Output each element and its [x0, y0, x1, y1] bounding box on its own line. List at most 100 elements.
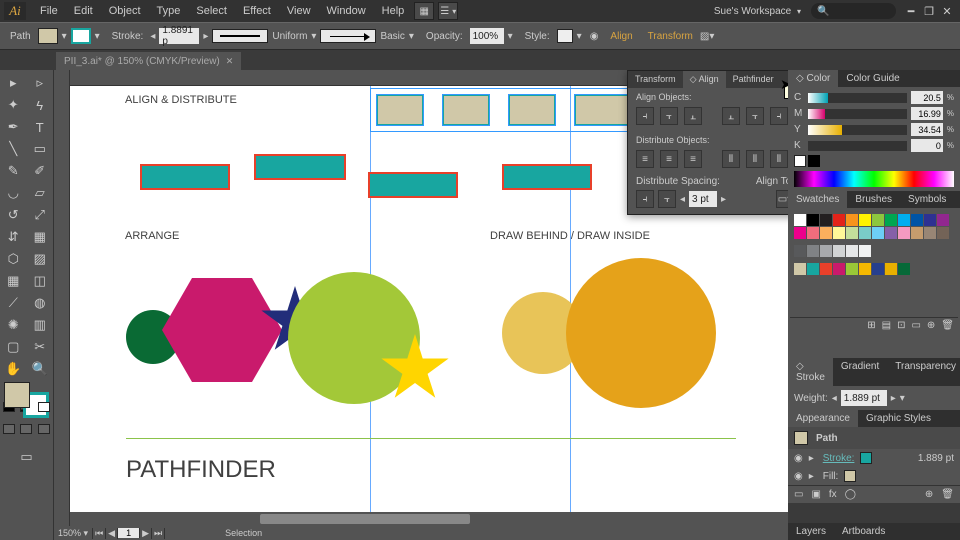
- swatch[interactable]: [898, 214, 910, 226]
- zoom-tool[interactable]: 🔍: [27, 358, 54, 380]
- swatch[interactable]: [807, 214, 819, 226]
- swatch[interactable]: [833, 245, 845, 257]
- none-mode-icon[interactable]: [38, 402, 50, 412]
- direct-selection-tool[interactable]: ▹: [27, 72, 54, 94]
- align-left-icon[interactable]: ⫞: [636, 107, 654, 125]
- spacing-step-up[interactable]: ▸: [721, 194, 726, 205]
- swatch[interactable]: [794, 227, 806, 239]
- tab-transparency[interactable]: Transparency: [887, 358, 960, 386]
- zoom-level[interactable]: 150% ▾: [54, 528, 93, 539]
- stroke-step-up[interactable]: ▸: [203, 31, 208, 42]
- color-value[interactable]: 16.99: [911, 107, 943, 120]
- distribute-bottom-icon[interactable]: ≡: [684, 150, 702, 168]
- shape-rect[interactable]: [254, 154, 346, 180]
- swatch[interactable]: [820, 227, 832, 239]
- shape-rect[interactable]: [509, 95, 555, 125]
- swatch[interactable]: [898, 263, 910, 275]
- tab-graphic-styles[interactable]: Graphic Styles: [858, 410, 939, 427]
- swatch[interactable]: [885, 214, 897, 226]
- swatch[interactable]: [937, 214, 949, 226]
- last-artboard-icon[interactable]: ⏭: [152, 528, 165, 539]
- free-transform-tool[interactable]: ▦: [27, 226, 54, 248]
- visibility-icon[interactable]: ◉: [794, 471, 803, 482]
- swatch[interactable]: [807, 263, 819, 275]
- transform-link[interactable]: Transform: [648, 31, 693, 42]
- distribute-top-icon[interactable]: ≡: [636, 150, 654, 168]
- stroke-row-swatch[interactable]: [860, 452, 872, 464]
- rectangle-tool[interactable]: ▭: [27, 138, 54, 160]
- blob-brush-tool[interactable]: ◡: [0, 182, 27, 204]
- swatch[interactable]: [807, 245, 819, 257]
- black-swatch[interactable]: [808, 155, 820, 167]
- menu-edit[interactable]: Edit: [66, 2, 101, 20]
- distribute-hcenter-icon[interactable]: ⦀: [746, 150, 764, 168]
- swatch[interactable]: [872, 263, 884, 275]
- color-slider[interactable]: [808, 141, 907, 151]
- tab-color[interactable]: ◇ Color: [788, 70, 838, 87]
- eraser-tool[interactable]: ▱: [27, 182, 54, 204]
- tab-gradient[interactable]: Gradient: [833, 358, 887, 386]
- lasso-tool[interactable]: ϟ: [27, 94, 54, 116]
- gradient-tool[interactable]: ◫: [27, 270, 54, 292]
- distribute-left-icon[interactable]: ⦀: [722, 150, 740, 168]
- shape-rect[interactable]: [502, 164, 592, 190]
- menu-file[interactable]: File: [32, 2, 66, 20]
- align-to-selector[interactable]: ▭▾: [776, 190, 788, 208]
- weight-step-down[interactable]: ◂: [832, 393, 837, 404]
- add-new-stroke-icon[interactable]: ▭: [794, 489, 803, 500]
- style-swatch[interactable]: [557, 29, 573, 43]
- opacity-input[interactable]: 100%: [470, 28, 504, 44]
- draw-normal-icon[interactable]: [3, 424, 15, 434]
- pen-tool[interactable]: ✒: [0, 116, 27, 138]
- swatch[interactable]: [820, 245, 832, 257]
- swatch[interactable]: [924, 227, 936, 239]
- shape-builder-tool[interactable]: ⬡: [0, 248, 27, 270]
- slice-tool[interactable]: ✂: [27, 336, 54, 358]
- delete-icon[interactable]: 🗑: [941, 489, 954, 500]
- fill-stroke-proxy[interactable]: [0, 380, 53, 420]
- shape-hexagon[interactable]: [162, 278, 282, 382]
- shape-rect[interactable]: [140, 164, 230, 190]
- color-spectrum[interactable]: [794, 171, 954, 187]
- graph-tool[interactable]: ▥: [27, 314, 54, 336]
- swatch[interactable]: [924, 214, 936, 226]
- clear-icon[interactable]: ◯: [845, 489, 856, 500]
- swatch[interactable]: [846, 263, 858, 275]
- delete-swatch-icon[interactable]: 🗑: [941, 320, 954, 331]
- spacing-step-down[interactable]: ◂: [680, 194, 685, 205]
- magic-wand-tool[interactable]: ✦: [0, 94, 27, 116]
- swatch[interactable]: [833, 214, 845, 226]
- swatch[interactable]: [846, 214, 858, 226]
- mesh-tool[interactable]: ▦: [0, 270, 27, 292]
- tab-color-guide[interactable]: Color Guide: [838, 70, 907, 87]
- tab-layers[interactable]: Layers: [788, 523, 834, 540]
- next-artboard-icon[interactable]: ▶: [140, 528, 152, 539]
- menu-window[interactable]: Window: [319, 2, 374, 20]
- arrange-docs-icon[interactable]: ▦: [414, 2, 434, 20]
- swatch[interactable]: [833, 263, 845, 275]
- swatch[interactable]: [859, 214, 871, 226]
- artboard-number[interactable]: 1: [118, 528, 140, 538]
- distribute-right-icon[interactable]: ⦀: [770, 150, 788, 168]
- swatch[interactable]: [833, 227, 845, 239]
- align-panel[interactable]: Transform ◇ Align Pathfinder Align Objec…: [627, 70, 788, 215]
- stroke-row-label[interactable]: Stroke:: [823, 453, 855, 464]
- artboard-tool[interactable]: ▢: [0, 336, 27, 358]
- search-field[interactable]: 🔍: [811, 3, 896, 19]
- swatch[interactable]: [794, 214, 806, 226]
- tab-appearance[interactable]: Appearance: [788, 410, 858, 427]
- swatch[interactable]: [794, 263, 806, 275]
- spacing-input[interactable]: 3 pt: [689, 191, 717, 207]
- add-effect-icon[interactable]: fx: [829, 489, 837, 500]
- draw-behind-icon[interactable]: [20, 424, 32, 434]
- minimize-button[interactable]: ━: [902, 4, 920, 18]
- swatch[interactable]: [885, 227, 897, 239]
- swatch[interactable]: [820, 214, 832, 226]
- color-slider[interactable]: [808, 125, 907, 135]
- new-group-icon[interactable]: ▭: [911, 320, 920, 331]
- tab-symbols[interactable]: Symbols: [900, 191, 954, 208]
- align-hcenter-icon[interactable]: ⫟: [660, 107, 678, 125]
- align-link[interactable]: Align: [610, 31, 632, 42]
- workspace-switcher[interactable]: Sue's Workspace ▾: [704, 3, 811, 20]
- swatch[interactable]: [898, 227, 910, 239]
